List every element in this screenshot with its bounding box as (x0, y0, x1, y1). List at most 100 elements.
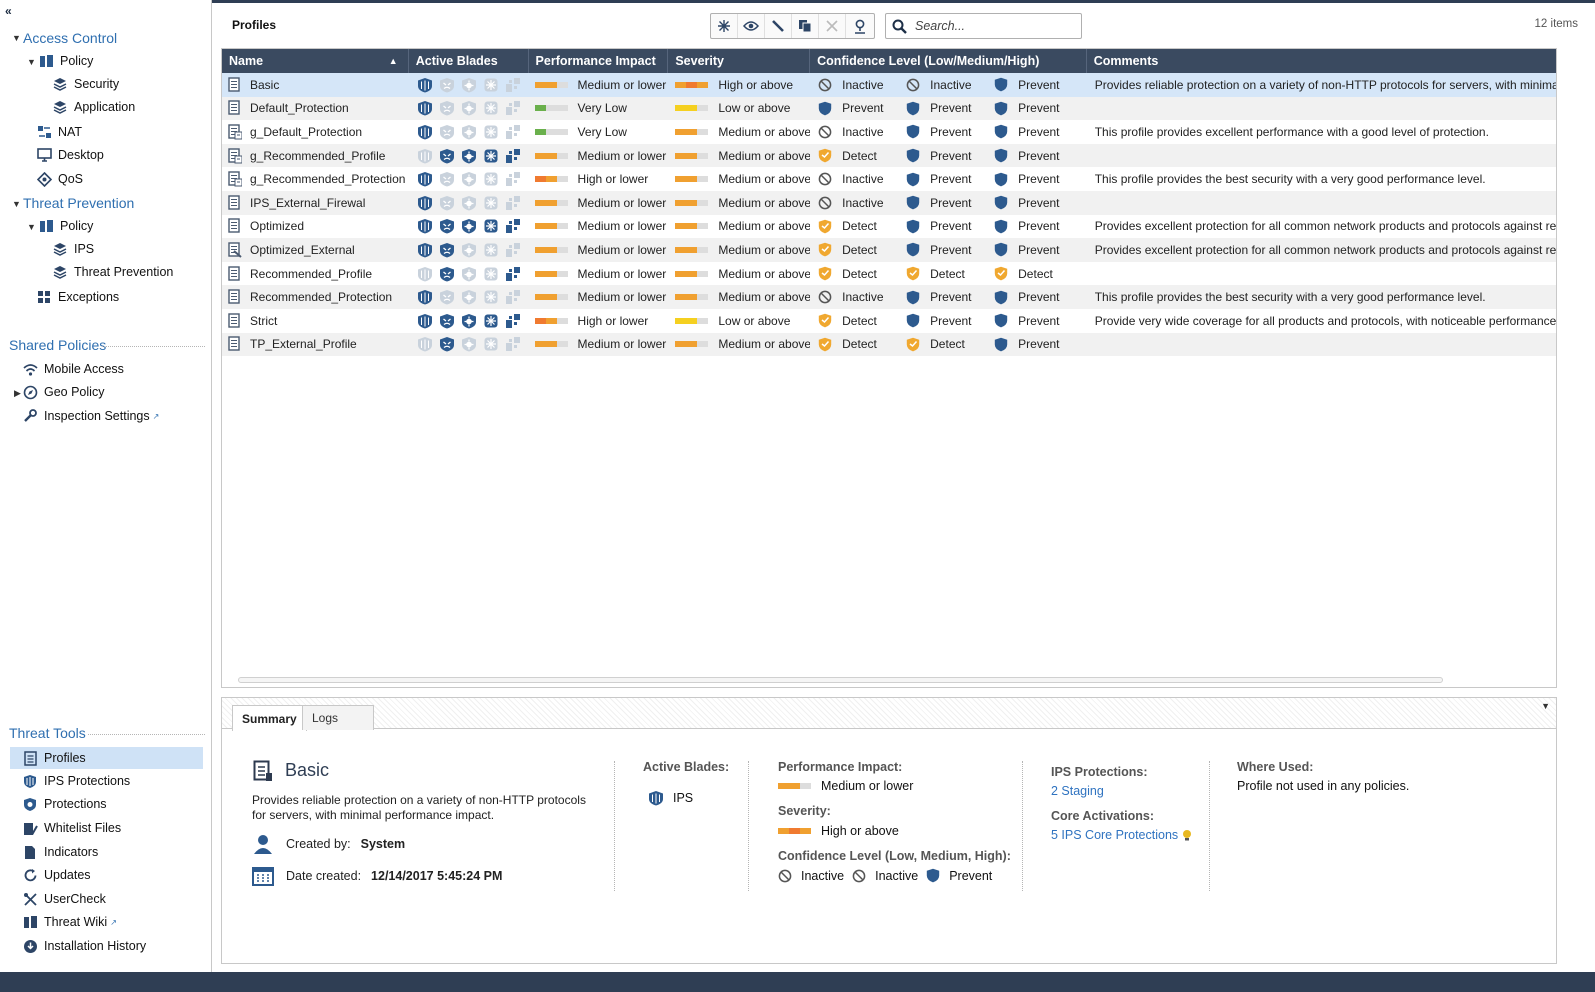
anti-bot-blade-icon (439, 218, 455, 234)
sidebar-item-indicators[interactable]: Indicators (22, 842, 98, 862)
delete-button[interactable] (819, 14, 846, 38)
confidence-medium: Prevent (906, 101, 994, 116)
table-row[interactable]: IPS_External_Firewal Medium or lower Mediu… (222, 190, 1556, 215)
expand-arrow-icon[interactable]: ▼ (12, 33, 21, 43)
column-header-performance-impact[interactable]: Performance Impact (529, 49, 669, 73)
sidebar-item-protections[interactable]: Protections (22, 794, 107, 814)
table-row[interactable]: g_Recommended_Profile Medium or lower Medi… (222, 143, 1556, 168)
table-row[interactable]: g_Recommended_Protection High or lower Med… (222, 167, 1556, 191)
sidebar-item-nat[interactable]: NAT (36, 122, 82, 142)
confidence-high: Prevent (994, 337, 1084, 352)
table-row[interactable]: Strict High or lower Low or above Detect Pre… (222, 309, 1556, 333)
confidence-text: Inactive (842, 172, 884, 187)
sidebar-item-profiles[interactable]: Profiles (10, 747, 203, 769)
sidebar-section-threat-prevention[interactable]: Threat Prevention (23, 195, 134, 211)
ips-protections-link[interactable]: 2 Staging (1051, 784, 1104, 798)
section-divider (1209, 761, 1210, 891)
new-button[interactable] (711, 14, 738, 38)
sidebar-item-threat-policy[interactable]: Policy (38, 216, 93, 236)
table-row[interactable]: g_Default_Protection Very Low Medium or ab… (222, 120, 1556, 144)
cell-comments: Provide very wide coverage for all produ… (1094, 313, 1556, 328)
column-header-active-blades[interactable]: Active Blades (409, 49, 529, 73)
clone-button[interactable] (792, 14, 819, 38)
table-row[interactable]: Default_Protection Very Low Low or above Pr… (222, 96, 1556, 121)
column-header-name[interactable]: Name ▲ (222, 49, 409, 73)
status-bar (0, 972, 1595, 992)
search-input[interactable] (915, 19, 1075, 33)
profile-title: Basic (285, 760, 330, 780)
cell-name: TP_External_Profile (222, 333, 409, 357)
sidebar-item-usercheck[interactable]: UserCheck (22, 889, 106, 909)
sidebar-item-whitelist-files[interactable]: Whitelist Files (22, 818, 121, 838)
column-header-comments[interactable]: Comments (1087, 49, 1556, 73)
section-divider (102, 346, 205, 347)
wrench-icon (22, 408, 38, 424)
sidebar-item-inspection-settings[interactable]: Inspection Settings ↗ (22, 406, 159, 426)
confidence-low: Detect (818, 313, 906, 328)
tab-summary[interactable]: Summary (232, 705, 307, 731)
sidebar-item-security[interactable]: Security (52, 74, 119, 94)
sidebar-item-ips-protections[interactable]: IPS Protections (22, 771, 130, 791)
expand-arrow-icon[interactable]: ▼ (12, 199, 21, 209)
sidebar-item-desktop[interactable]: Desktop (36, 145, 104, 165)
table-row[interactable]: Basic Medium or lower High or above Inactiv… (222, 73, 1556, 97)
sidebar-item-mobile-access[interactable]: Mobile Access (22, 359, 124, 379)
sidebar-item-ips[interactable]: IPS (52, 239, 94, 259)
sidebar-item-threat-wiki[interactable]: Threat Wiki ↗ (22, 912, 117, 932)
search-box[interactable] (885, 13, 1082, 39)
search-icon (892, 19, 907, 34)
anti-virus-blade-icon (461, 148, 477, 164)
confidence-medium: Detect (906, 266, 994, 281)
layers-icon (52, 264, 68, 280)
sidebar-item-installation-history[interactable]: Installation History (22, 936, 146, 956)
toolbar (710, 13, 875, 39)
sidebar-item-exceptions[interactable]: Exceptions (36, 287, 119, 307)
profile-name: g_Default_Protection (250, 124, 363, 139)
table-row[interactable]: Recommended_Profile Medium or lower Medium… (222, 262, 1556, 286)
sidebar-item-access-policy[interactable]: Policy (38, 51, 93, 71)
expand-arrow-icon[interactable]: ▼ (27, 57, 36, 67)
view-button[interactable] (738, 14, 765, 38)
perf-text: Very Low (577, 101, 627, 116)
wifi-icon (22, 361, 38, 377)
expand-arrow-icon[interactable]: ▶ (14, 388, 21, 399)
perf-level-bar (534, 317, 568, 324)
sidebar-item-qos[interactable]: QoS (36, 169, 83, 189)
monitor-icon (36, 147, 52, 163)
confidence-text: Detect (1018, 266, 1053, 281)
table-row[interactable]: Optimized Medium or lower Medium or above D… (222, 215, 1556, 239)
cell-comments (1087, 262, 1556, 286)
column-header-severity[interactable]: Severity (668, 49, 811, 73)
column-header-confidence-level[interactable]: Confidence Level (Low/Medium/High) (810, 49, 1087, 73)
threat-extraction-blade-icon (505, 266, 521, 282)
confidence-high: Prevent (994, 290, 1084, 305)
horizontal-scrollbar[interactable] (238, 677, 1443, 683)
sidebar-section-access-control[interactable]: Access Control (23, 30, 117, 46)
tab-logs[interactable]: Logs (302, 705, 374, 730)
table-row[interactable]: Optimized_External Medium or lower Medium … (222, 238, 1556, 262)
cell-confidence-level: Detect Prevent Prevent (810, 309, 1087, 333)
severity-level-bar (675, 128, 709, 135)
cell-severity: Medium or above (668, 144, 810, 168)
edit-button[interactable] (765, 14, 792, 38)
profile-doc-icon (22, 750, 38, 766)
expand-arrow-icon[interactable]: ▼ (27, 222, 36, 232)
where-used-button[interactable] (846, 14, 873, 38)
collapse-panel-icon[interactable]: ▼ (1541, 701, 1550, 711)
sidebar-item-geo-policy[interactable]: Geo Policy (22, 382, 104, 402)
table-row[interactable]: Recommended_Protection Medium or lower Med… (222, 285, 1556, 309)
sidebar-item-threat-prevention-layer[interactable]: Threat Prevention (52, 262, 173, 282)
anti-virus-blade-icon (461, 171, 477, 187)
inactive-icon (818, 125, 842, 139)
collapse-sidebar-icon[interactable]: « (5, 4, 12, 18)
sidebar-item-application[interactable]: Application (52, 97, 135, 117)
severity-text: High or above (718, 77, 794, 92)
confidence-text: Prevent (1018, 148, 1060, 163)
severity-text: Medium or above (718, 219, 811, 234)
confidence-text: Inactive (842, 195, 884, 210)
sidebar-item-updates[interactable]: Updates (22, 865, 91, 885)
core-activations-link[interactable]: 5 IPS Core Protections (1051, 828, 1193, 842)
table-row[interactable]: TP_External_Profile Medium or lower Medium… (222, 332, 1556, 357)
anti-virus-blade-icon (461, 313, 477, 329)
created-by-value: System (360, 837, 406, 851)
